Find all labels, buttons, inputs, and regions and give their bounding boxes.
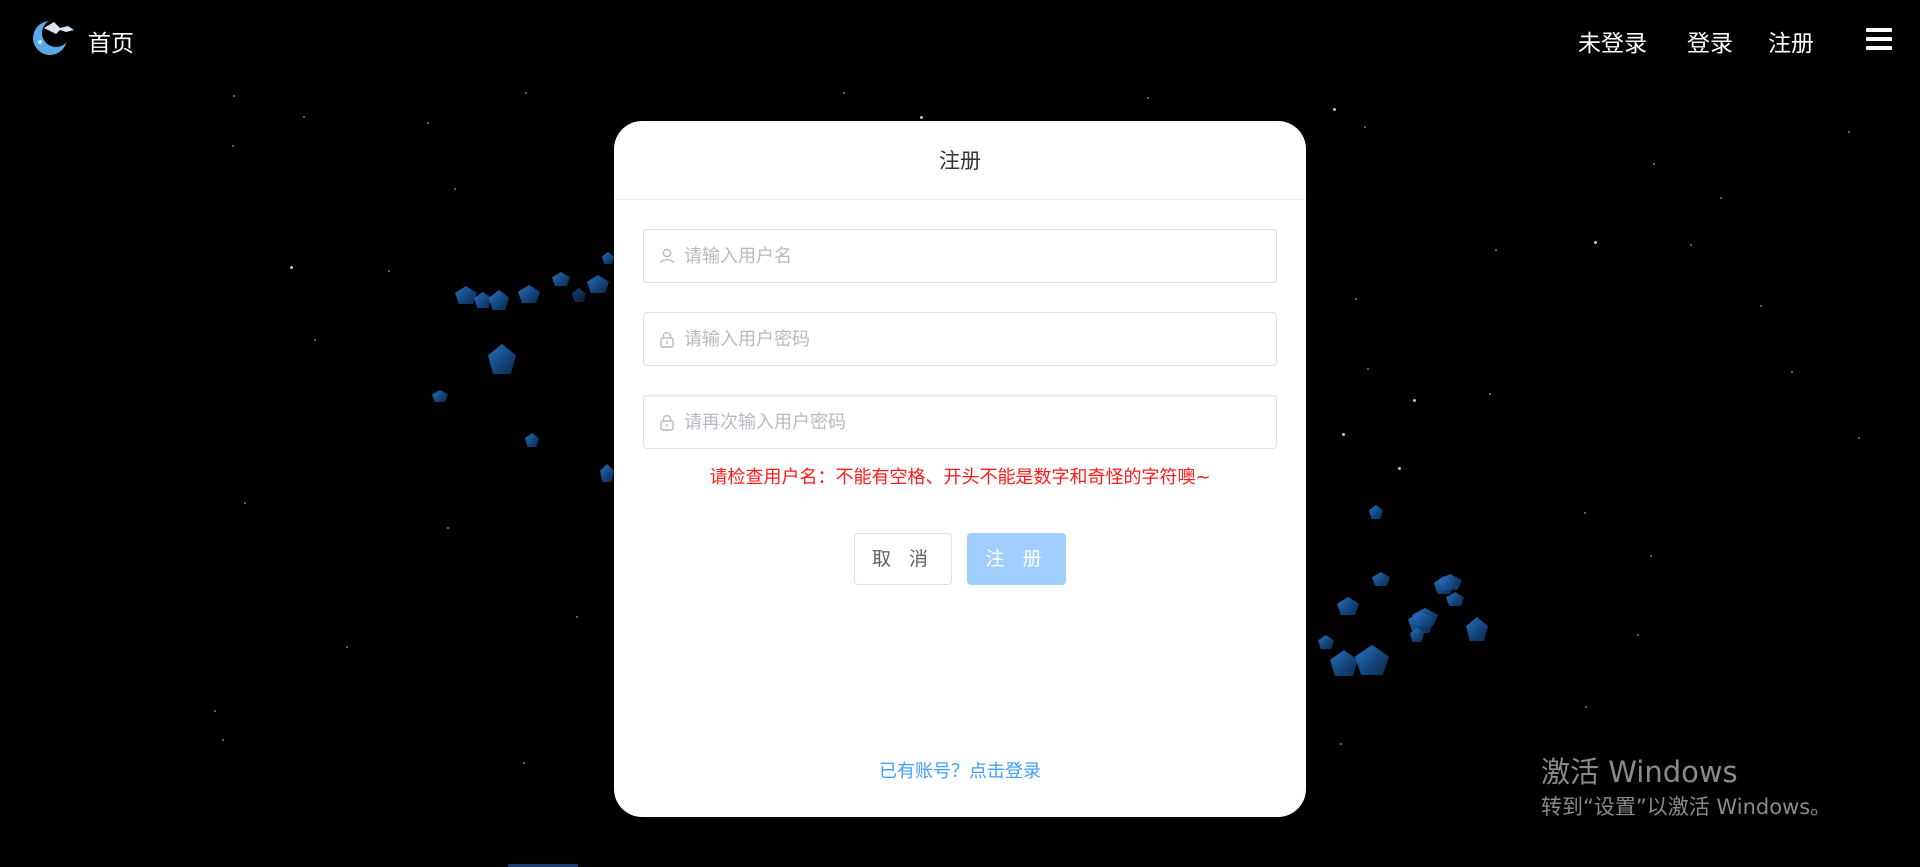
star — [1333, 108, 1336, 111]
crystal — [1337, 597, 1359, 615]
username-input[interactable] — [684, 230, 1264, 282]
star — [1584, 512, 1586, 514]
crystal — [1372, 572, 1390, 586]
login-status-label[interactable]: 未登录 — [1578, 24, 1647, 58]
star — [346, 646, 348, 648]
star — [1340, 743, 1342, 745]
star — [303, 116, 305, 118]
star — [576, 616, 578, 618]
star — [843, 92, 845, 94]
star — [1147, 97, 1149, 99]
crystal — [1330, 650, 1358, 676]
confirm-password-input[interactable] — [684, 396, 1264, 448]
crystal — [1466, 617, 1488, 641]
star — [1858, 437, 1860, 439]
crystal — [552, 272, 570, 286]
dialog-title: 注册 — [614, 121, 1306, 200]
activation-watermark-title: 激活 Windows — [1541, 755, 1738, 789]
star — [454, 188, 456, 190]
crystal — [488, 344, 516, 374]
star — [1760, 305, 1762, 307]
star — [290, 266, 293, 269]
hamburger-menu-icon[interactable] — [1866, 28, 1892, 50]
lock-icon — [660, 332, 674, 348]
star — [222, 739, 224, 741]
validation-error-message: 请检查用户名：不能有空格、开头不能是数字和奇怪的字符噢~ — [709, 467, 1211, 488]
nav-register-link[interactable]: 注册 — [1768, 24, 1814, 58]
lock-icon — [660, 415, 674, 431]
star — [1364, 126, 1366, 128]
star — [1650, 555, 1652, 557]
activation-watermark-subtitle: 转到“设置”以激活 Windows。 — [1541, 795, 1832, 819]
star — [1594, 241, 1597, 244]
crystal — [602, 252, 614, 264]
star — [1342, 433, 1345, 436]
star — [214, 710, 216, 712]
star — [314, 339, 316, 341]
star — [1413, 399, 1416, 402]
star — [1489, 393, 1491, 395]
crystal — [1369, 505, 1383, 519]
star — [1690, 244, 1692, 246]
register-submit-button[interactable]: 注 册 — [967, 533, 1066, 585]
star — [427, 122, 429, 124]
goto-login-link[interactable]: 已有账号？点击登录 — [614, 757, 1306, 783]
star — [447, 527, 449, 529]
user-icon — [659, 248, 675, 264]
star — [1367, 368, 1369, 370]
crystal — [1355, 645, 1389, 675]
brand-home-link[interactable]: 首页 — [88, 24, 134, 58]
star — [920, 116, 923, 119]
star — [388, 270, 390, 272]
star — [233, 95, 235, 97]
star — [1791, 371, 1793, 373]
crystal — [572, 288, 586, 302]
star — [232, 145, 234, 147]
crystal — [587, 275, 609, 293]
star — [1720, 197, 1722, 199]
crystal — [1438, 574, 1462, 590]
crystal — [474, 292, 492, 308]
star — [244, 502, 246, 504]
star — [1653, 163, 1655, 165]
cancel-button[interactable]: 取 消 — [854, 533, 952, 585]
top-navbar: 首页 未登录 登录 注册 — [0, 0, 1920, 78]
crystal — [1446, 592, 1464, 606]
star — [1495, 249, 1497, 251]
star — [1398, 467, 1401, 470]
star — [525, 92, 527, 94]
password-field[interactable] — [643, 312, 1277, 366]
star — [1637, 634, 1639, 636]
moon-logo-icon[interactable] — [30, 16, 78, 56]
username-field[interactable] — [643, 229, 1277, 283]
crystal — [518, 285, 540, 303]
star — [1355, 298, 1357, 300]
register-dialog: 注册 请检查用户名：不能有空格、开头不能是数字和奇怪的 — [614, 121, 1306, 817]
crystal — [525, 433, 539, 447]
star — [1585, 706, 1587, 708]
crystal — [1318, 635, 1334, 649]
crystal — [489, 290, 509, 310]
star — [1848, 131, 1850, 133]
confirm-password-field[interactable] — [643, 395, 1277, 449]
crystal — [455, 286, 477, 304]
nav-login-link[interactable]: 登录 — [1687, 24, 1733, 58]
page-background: 首页 未登录 登录 注册 注册 请输入用户名 请检查用户名：不能有空格、开头不能… — [0, 0, 1920, 867]
crystal — [432, 390, 448, 402]
crystal — [600, 464, 614, 482]
star — [523, 762, 525, 764]
password-input[interactable] — [684, 313, 1264, 365]
